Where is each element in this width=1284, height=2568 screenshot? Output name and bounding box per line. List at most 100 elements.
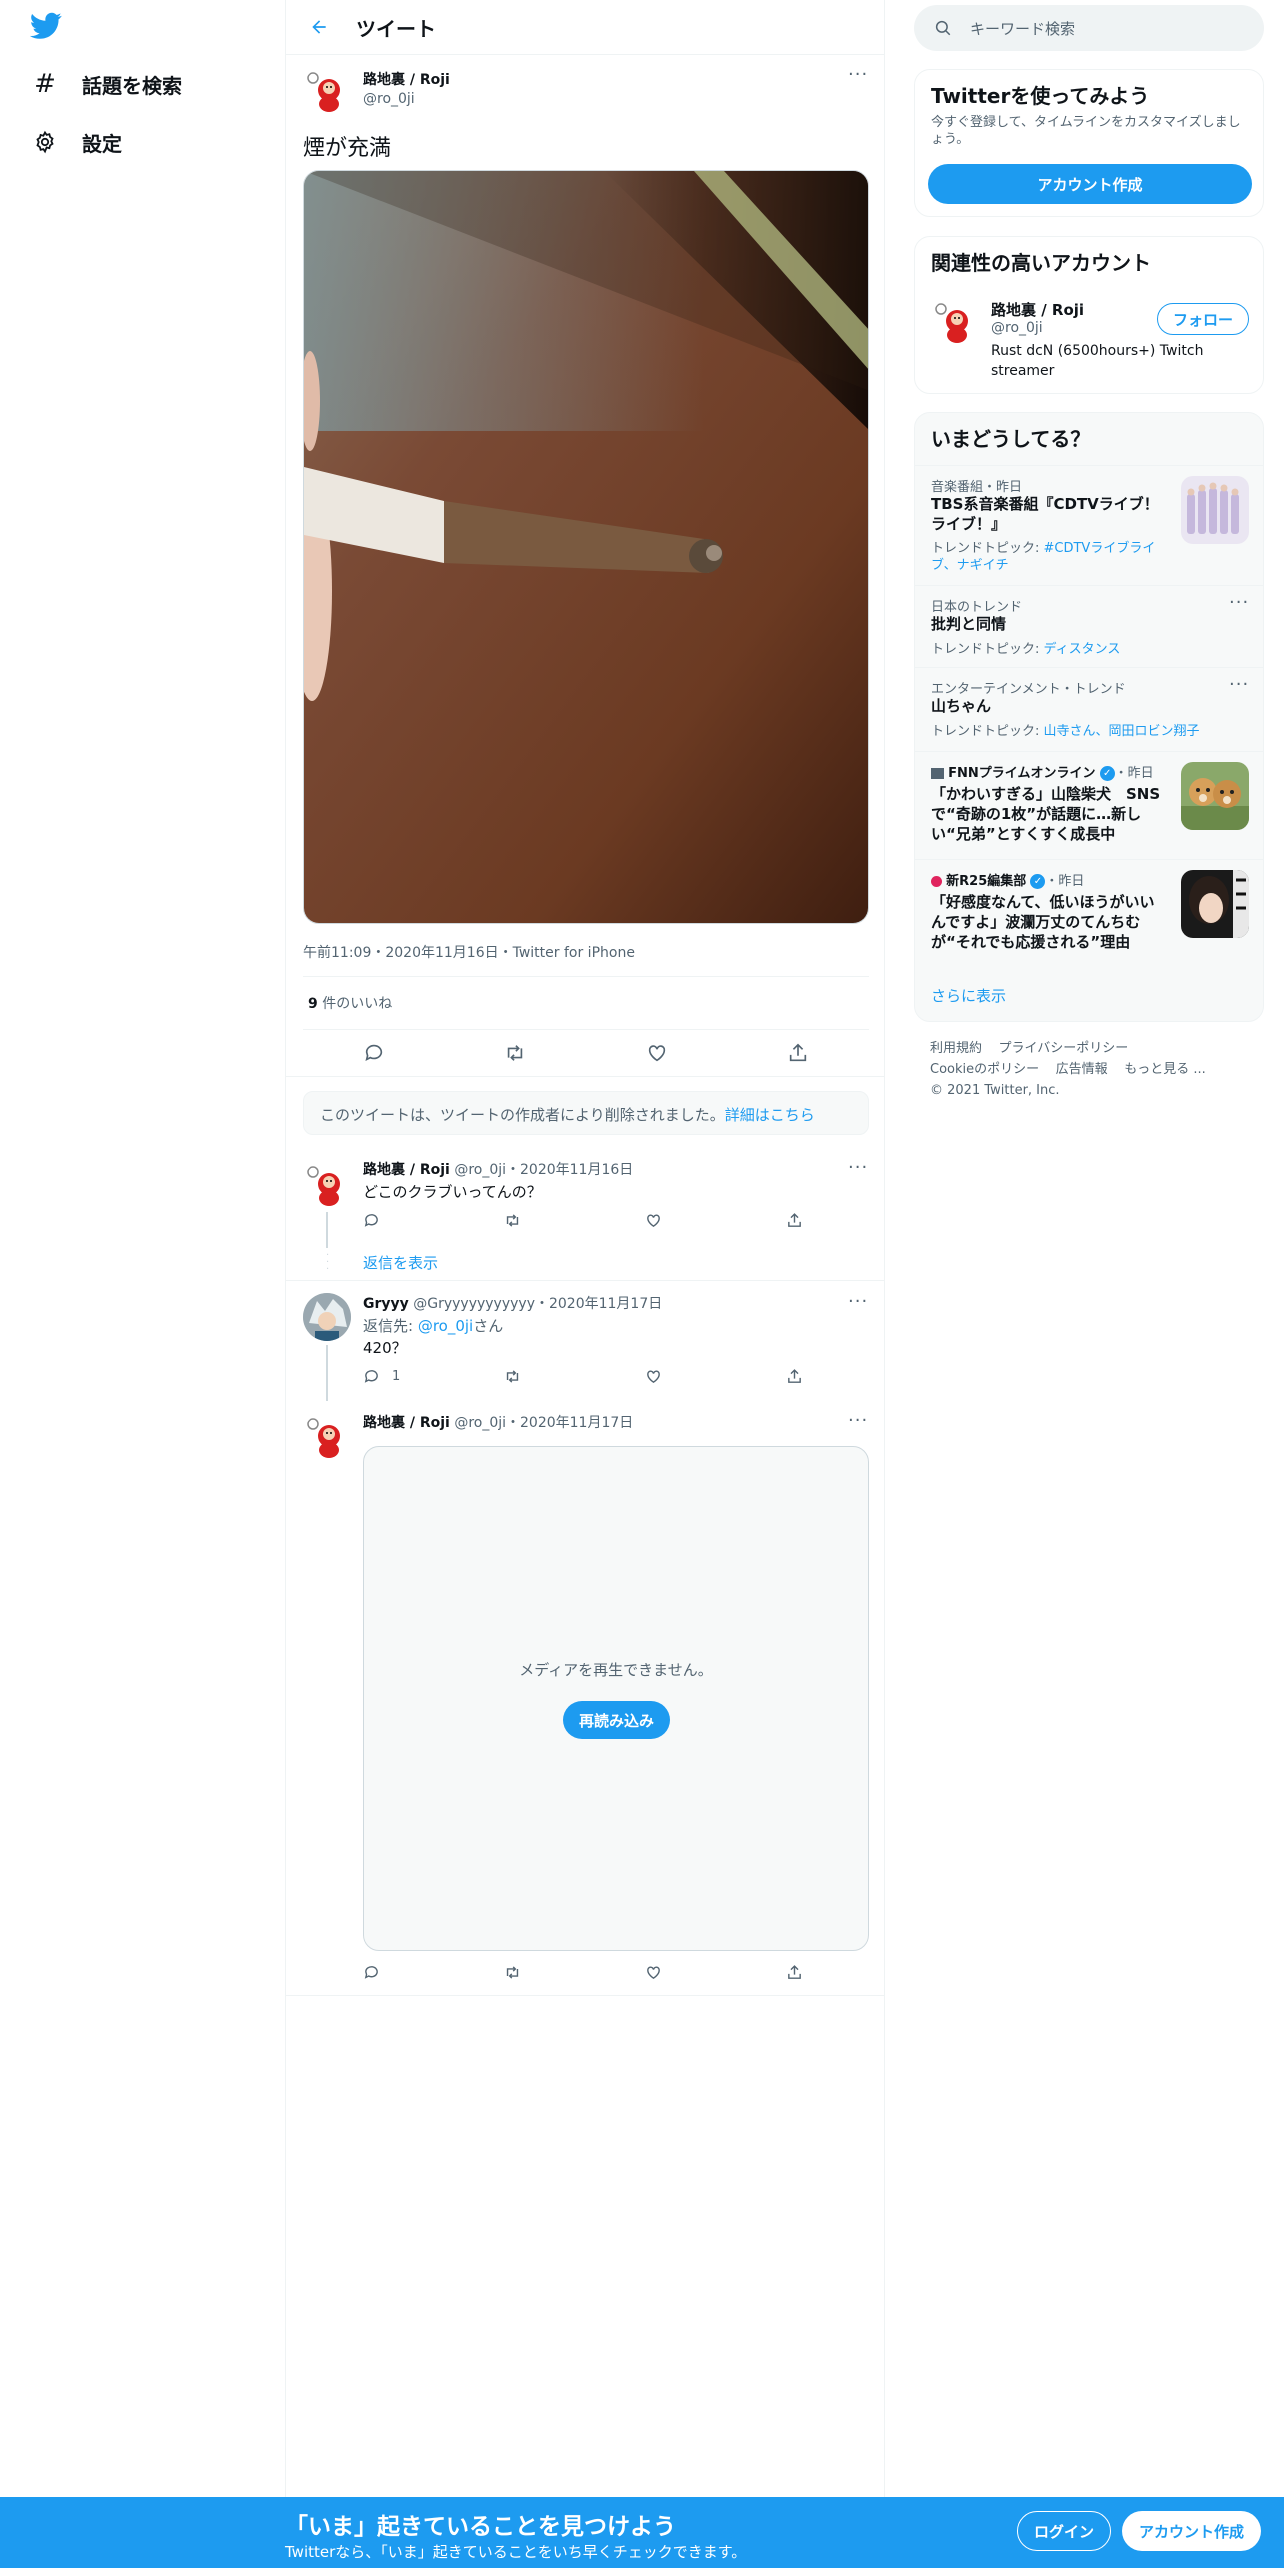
back-arrow-icon[interactable] [304, 12, 334, 42]
trend-item[interactable]: 日本のトレンド 批判と同情 トレンドトピック: ディスタンス ··· [915, 585, 1263, 667]
reply-header[interactable]: 路地裏 / Roji @ro_0ji・2020年11月16日 [363, 1159, 633, 1179]
reply-actions [363, 1212, 803, 1229]
retweet-icon[interactable] [504, 1040, 526, 1066]
search-icon [935, 20, 951, 36]
retweet-icon[interactable] [504, 1212, 521, 1229]
related-title: 関連性の高いアカウント [931, 251, 1151, 275]
like-icon[interactable] [645, 1212, 662, 1229]
trend-thumbnail [1181, 476, 1249, 544]
trend-topic-links[interactable]: 山寺さん、岡田ロビン翔子 [1044, 724, 1200, 739]
reply-actions: 1 [363, 1368, 803, 1385]
divider [286, 1076, 884, 1077]
share-icon[interactable] [786, 1964, 803, 1981]
privacy-link[interactable]: プライバシーポリシー [999, 1041, 1129, 1056]
avatar[interactable] [303, 1412, 351, 1460]
reply-author-handle: @ro_0ji [454, 1415, 507, 1431]
more-icon[interactable]: ··· [848, 1157, 868, 1178]
news-thumbnail [1181, 870, 1249, 938]
trend-title: 批判と同情 [931, 615, 1007, 633]
thread-dots: · · · [326, 1250, 330, 1275]
news-time: ・昨日 [1114, 766, 1154, 781]
trend-title: 山ちゃん [931, 697, 992, 715]
trend-topic-links[interactable]: ディスタンス [1044, 642, 1121, 657]
related-accounts-card: 関連性の高いアカウント 路地裏 / Roji @ro_0ji Rust dcN … [914, 236, 1264, 394]
divider [286, 1280, 884, 1281]
trend-topic-label: トレンドトピック: [931, 642, 1044, 657]
likes-count[interactable]: 9 件のいいね [308, 993, 392, 1013]
show-more-link[interactable]: さらに表示 [931, 985, 1006, 1006]
reload-button[interactable]: 再読み込み [563, 1701, 670, 1739]
reply-to-handle[interactable]: @ro_0ji [418, 1317, 473, 1335]
reply-header[interactable]: Gryyy @Gryyyyyyyyyyy・2020年11月17日 [363, 1293, 662, 1313]
like-icon[interactable] [645, 1368, 662, 1385]
reply-icon[interactable] [363, 1040, 385, 1066]
avatar[interactable] [303, 66, 351, 114]
news-source: FNNプライムオンライン [948, 766, 1096, 781]
trend-item[interactable]: エンターテインメント・トレンド 山ちゃん トレンドトピック: 山寺さん、岡田ロビ… [915, 667, 1263, 751]
trend-meta: 音楽番組・昨日 [931, 480, 1023, 495]
deleted-notice: このツイートは、ツイートの作成者により削除されました。詳細はこちら [303, 1091, 869, 1135]
like-icon[interactable] [646, 1040, 668, 1066]
reply-date: ・2020年11月17日 [506, 1415, 634, 1431]
reply-count: 1 [392, 1369, 401, 1384]
page-header: ツイート [286, 0, 884, 55]
avatar[interactable] [303, 1160, 351, 1208]
reply-date: ・2020年11月17日 [534, 1296, 663, 1312]
search-input[interactable]: キーワード検索 [914, 5, 1264, 51]
learn-more-link[interactable]: 詳細はこちら [725, 1106, 815, 1124]
more-link[interactable]: もっと見る ... [1124, 1062, 1206, 1077]
more-icon[interactable]: ··· [848, 1410, 868, 1431]
reply-author-name: 路地裏 / Roji [363, 1162, 450, 1178]
main-column: ツイート 路地裏 / Roji @ro_0ji ··· 煙が充満 午前11:09… [285, 0, 885, 2500]
tweet-author[interactable]: 路地裏 / Roji @ro_0ji [363, 69, 450, 107]
trend-topics: トレンドトピック: #CDTVライブライブ、ナギイチ [931, 540, 1171, 574]
media-player[interactable]: メディアを再生できません。 再読み込み [363, 1446, 869, 1951]
retweet-icon[interactable] [504, 1964, 521, 1981]
create-account-button[interactable]: アカウント作成 [928, 164, 1252, 204]
news-time: ・昨日 [1045, 874, 1085, 889]
tweet-text: 煙が充満 [303, 136, 392, 161]
more-icon[interactable]: ··· [848, 1291, 868, 1312]
reply-author-name: 路地裏 / Roji [363, 1415, 450, 1431]
trend-item[interactable]: 音楽番組・昨日 TBS系音楽番組『CDTVライブ！ライブ！』 トレンドトピック:… [915, 465, 1263, 585]
more-icon[interactable]: ··· [848, 64, 868, 85]
like-icon[interactable] [645, 1964, 662, 1981]
terms-link[interactable]: 利用規約 [930, 1041, 982, 1056]
reply-header[interactable]: 路地裏 / Roji @ro_0ji・2020年11月17日 [363, 1412, 633, 1432]
cookie-link[interactable]: Cookieのポリシー [930, 1062, 1039, 1077]
ads-info-link[interactable]: 広告情報 [1056, 1062, 1108, 1077]
tweet-photo[interactable] [303, 170, 869, 924]
follow-button[interactable]: フォロー [1157, 303, 1249, 335]
thread-line [326, 1345, 328, 1401]
share-icon[interactable] [786, 1368, 803, 1385]
footer-links: 利用規約 プライバシーポリシー Cookieのポリシー 広告情報 もっと見る .… [930, 1038, 1260, 1101]
search-placeholder: キーワード検索 [970, 19, 1076, 38]
media-error-text: メディアを再生できません。 [519, 1661, 713, 1679]
share-icon[interactable] [786, 1212, 803, 1229]
nav-settings[interactable]: 設定 [30, 122, 122, 162]
nav-explore[interactable]: # 話題を検索 [30, 64, 182, 104]
login-button[interactable]: ログイン [1017, 2511, 1111, 2551]
news-item[interactable]: 新R25編集部 ✓ ・昨日 「好感度なんて、低いほうがいいんですよ」波瀾万丈のてん… [915, 859, 1263, 967]
retweet-icon[interactable] [504, 1368, 521, 1385]
show-replies-link[interactable]: 返信を表示 [363, 1252, 438, 1273]
reply-icon[interactable] [363, 1212, 380, 1229]
avatar[interactable] [303, 1293, 351, 1341]
trend-meta: エンターテインメント・トレンド [931, 682, 1126, 697]
news-source-line: 新R25編集部 ✓ ・昨日 [931, 870, 1084, 889]
copyright: © 2021 Twitter, Inc. [930, 1083, 1060, 1098]
news-item[interactable]: FNNプライムオンライン ✓ ・昨日 「かわいすぎる」山陰柴犬 SNSで“奇跡の1… [915, 751, 1263, 859]
news-title: 「好感度なんて、低いほうがいいんですよ」波瀾万丈のてんちむが“それでも応援される… [931, 893, 1155, 951]
trends-card: いまどうしてる？ 音楽番組・昨日 TBS系音楽番組『CDTVライブ！ライブ！』 … [914, 412, 1264, 1022]
more-icon[interactable]: ··· [1229, 674, 1249, 695]
related-name[interactable]: 路地裏 / Roji [991, 299, 1084, 320]
reply-button[interactable]: 1 [363, 1368, 400, 1385]
avatar[interactable] [931, 297, 979, 345]
twitter-logo-icon[interactable] [29, 12, 66, 44]
reply-icon[interactable] [363, 1964, 380, 1981]
signup-button[interactable]: アカウント作成 [1122, 2511, 1261, 2551]
author-name: 路地裏 / Roji [363, 72, 450, 88]
share-icon[interactable] [787, 1040, 809, 1066]
divider [303, 976, 869, 977]
more-icon[interactable]: ··· [1229, 592, 1249, 613]
